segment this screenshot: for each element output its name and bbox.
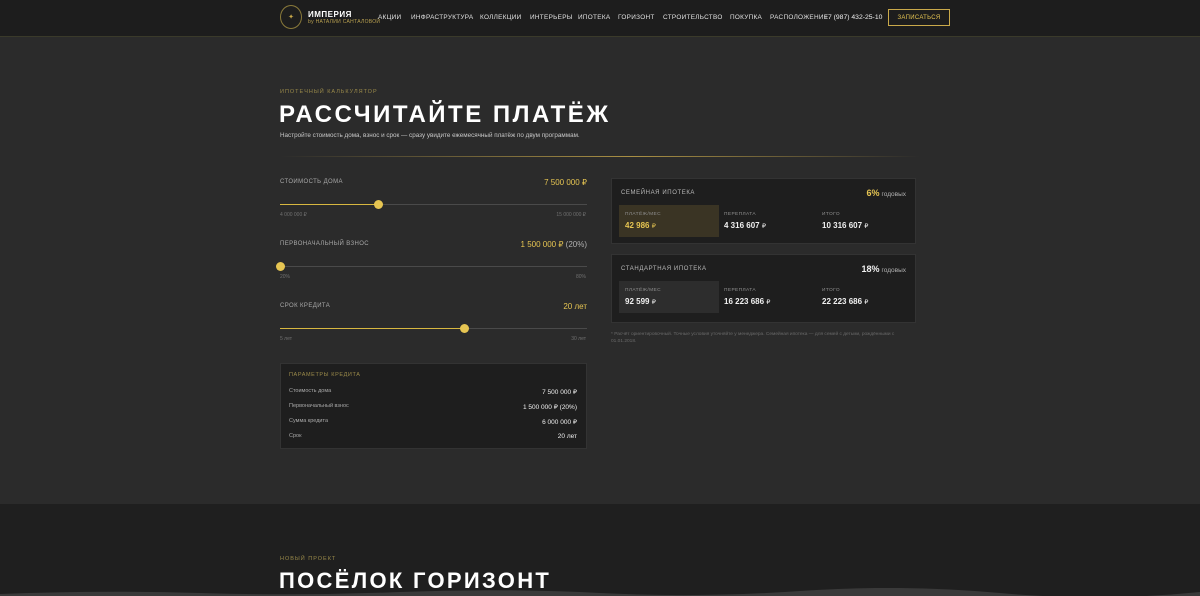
project-title: ПОСЁЛОК ГОРИЗОНТ: [279, 568, 552, 593]
standard-mortgage-title: СТАНДАРТНАЯ ИПОТЕКА: [621, 266, 707, 272]
param-label-loan-amount: Сумма кредита: [289, 418, 329, 424]
nav-item-collections[interactable]: КОЛЛЕКЦИИ: [480, 14, 522, 21]
standard-overpayment: ПЕРЕПЛАТА 16 223 686 ₽: [724, 288, 771, 306]
family-mortgage-rate: 6% годовых: [866, 188, 907, 198]
logo-emblem-icon[interactable]: ✦: [280, 5, 302, 29]
family-overpayment: ПЕРЕПЛАТА 4 316 607 ₽: [724, 212, 766, 230]
section-divider: [280, 156, 920, 157]
disclaimer-note: * Расчёт ориентировочный. Точные условия…: [611, 332, 895, 344]
param-label-term: Срок: [289, 433, 302, 439]
standard-total: ИТОГО 22 223 686 ₽: [822, 288, 869, 306]
nav-item-purchase[interactable]: ПОКУПКА: [730, 14, 762, 21]
slider-value-downpayment: 1 500 000 ₽ (20%): [520, 240, 587, 249]
family-total: ИТОГО 10 316 607 ₽: [822, 212, 869, 230]
slider-label-price: СТОИМОСТЬ ДОМА: [280, 179, 343, 185]
loan-params-panel: ПАРАМЕТРЫ КРЕДИТА Стоимость дома 7 500 0…: [280, 363, 587, 449]
loan-params-title: ПАРАМЕТРЫ КРЕДИТА: [289, 372, 361, 378]
price-slider[interactable]: [280, 200, 587, 209]
standard-mortgage-rate: 18% годовых: [861, 264, 907, 274]
price-slider-fill: [280, 204, 379, 205]
new-project-section: [0, 504, 1200, 596]
nav-item-horizon[interactable]: ГОРИЗОНТ: [618, 14, 655, 21]
signup-button[interactable]: ЗАПИСАТЬСЯ: [888, 9, 950, 26]
landscape-decoration: [0, 588, 1200, 596]
downpayment-slider[interactable]: [276, 262, 587, 271]
param-value-loan-amount: 6 000 000 ₽: [542, 419, 577, 426]
project-eyebrow: НОВЫЙ ПРОЕКТ: [280, 556, 337, 562]
downpayment-percent: (20%): [565, 240, 587, 249]
downpayment-max: 80%: [575, 274, 586, 280]
nav-item-location[interactable]: РАСПОЛОЖЕНИЕ: [770, 14, 828, 21]
nav-item-interiors[interactable]: ИНТЕРЬЕРЫ: [530, 14, 573, 21]
brand-title[interactable]: ИМПЕРИЯ: [308, 10, 352, 19]
standard-monthly-payment: ПЛАТЁЖ/МЕС 92 599 ₽: [619, 281, 719, 313]
calculator-lead: Настройте стоимость дома, взнос и срок —…: [280, 132, 580, 139]
downpayment-slider-thumb[interactable]: [276, 262, 285, 271]
brand-subtitle: by НАТАЛИИ САНТАЛОВОЙ: [308, 19, 381, 25]
site-header: ✦ ИМПЕРИЯ by НАТАЛИИ САНТАЛОВОЙ АКЦИИ ИН…: [0, 0, 1200, 37]
slider-label-term: СРОК КРЕДИТА: [280, 303, 331, 309]
term-slider-fill: [280, 328, 465, 329]
family-mortgage-title: СЕМЕЙНАЯ ИПОТЕКА: [621, 190, 696, 196]
calculator-eyebrow: ИПОТЕЧНЫЙ КАЛЬКУЛЯТОР: [280, 89, 378, 95]
param-label-price: Стоимость дома: [289, 388, 332, 394]
term-slider[interactable]: [280, 324, 587, 333]
nav-item-infrastructure[interactable]: ИНФРАСТРУКТУРА: [411, 14, 474, 21]
page-title: РАССЧИТАЙТЕ ПЛАТЁЖ: [279, 101, 611, 128]
price-min: 4 000 000 ₽: [280, 212, 307, 218]
param-value-term: 20 лет: [557, 433, 577, 440]
price-max: 15 000 000 ₽: [556, 212, 586, 218]
nav-item-construction[interactable]: СТРОИТЕЛЬСТВО: [663, 14, 723, 21]
nav-item-akcii[interactable]: АКЦИИ: [378, 14, 401, 21]
slider-value-price: 7 500 000 ₽: [544, 178, 587, 187]
family-mortgage-card: СЕМЕЙНАЯ ИПОТЕКА 6% годовых ПЛАТЁЖ/МЕС 42…: [611, 178, 916, 244]
param-value-price: 7 500 000 ₽: [542, 389, 577, 396]
param-value-downpayment: 1 500 000 ₽ (20%): [522, 404, 577, 411]
standard-mortgage-card: СТАНДАРТНАЯ ИПОТЕКА 18% годовых ПЛАТЁЖ/МЕ…: [611, 254, 916, 323]
nav-item-mortgage[interactable]: ИПОТЕКА: [578, 14, 610, 21]
slider-label-downpayment: ПЕРВОНАЧАЛЬНЫЙ ВЗНОС: [280, 241, 370, 247]
term-max: 30 лет: [571, 336, 586, 342]
term-min: 5 лет: [280, 336, 292, 342]
family-monthly-payment: ПЛАТЁЖ/МЕС 42 986 ₽: [619, 205, 719, 237]
param-label-downpayment: Первоначальный взнос: [289, 403, 349, 409]
slider-value-term: 20 лет: [563, 302, 587, 311]
phone-link[interactable]: +7 (987) 432-25-10: [824, 14, 882, 21]
downpayment-min: 20%: [280, 274, 291, 280]
